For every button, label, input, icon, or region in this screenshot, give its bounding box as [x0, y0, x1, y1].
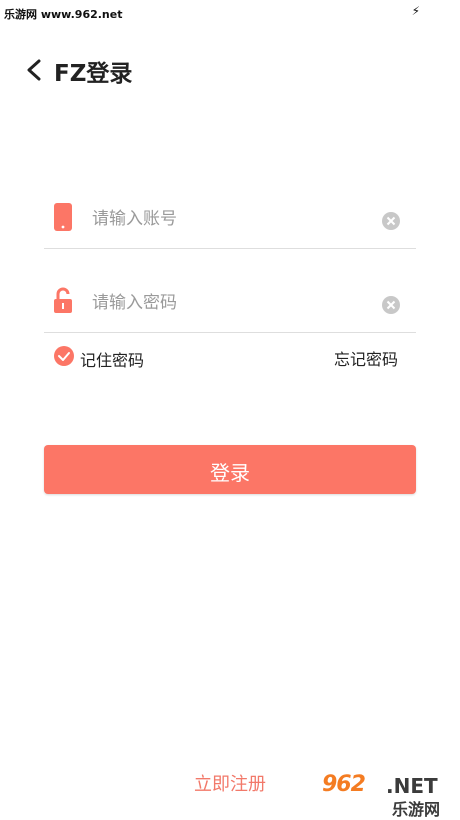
clear-password-icon[interactable] — [382, 296, 400, 314]
watermark-cn: 乐游网 — [392, 800, 441, 819]
phone-icon — [54, 203, 72, 231]
login-button-label: 登录 — [210, 461, 250, 485]
watermark-logo: 962 .NET 乐游网 — [316, 772, 456, 819]
login-button[interactable]: 登录 — [44, 445, 416, 494]
account-field — [44, 200, 416, 249]
forgot-password-link[interactable]: 忘记密码 — [334, 346, 398, 370]
password-field — [44, 284, 416, 333]
chevron-left-icon[interactable] — [24, 58, 44, 82]
watermark-net: .NET — [386, 774, 438, 798]
account-input[interactable] — [90, 208, 374, 230]
clear-account-icon[interactable] — [382, 212, 400, 230]
page-title: FZ登录 — [54, 61, 133, 87]
password-input[interactable] — [90, 292, 374, 314]
status-text: 乐游网 www.962.net — [4, 8, 123, 21]
check-circle-icon[interactable] — [54, 346, 74, 366]
status-bar: 乐游网 www.962.net ⚡ — [0, 0, 460, 24]
charging-icon: ⚡ — [411, 4, 420, 18]
watermark-962: 962 — [322, 772, 366, 797]
remember-password-label: 记住密码 — [80, 351, 145, 370]
lock-open-icon — [54, 287, 72, 313]
